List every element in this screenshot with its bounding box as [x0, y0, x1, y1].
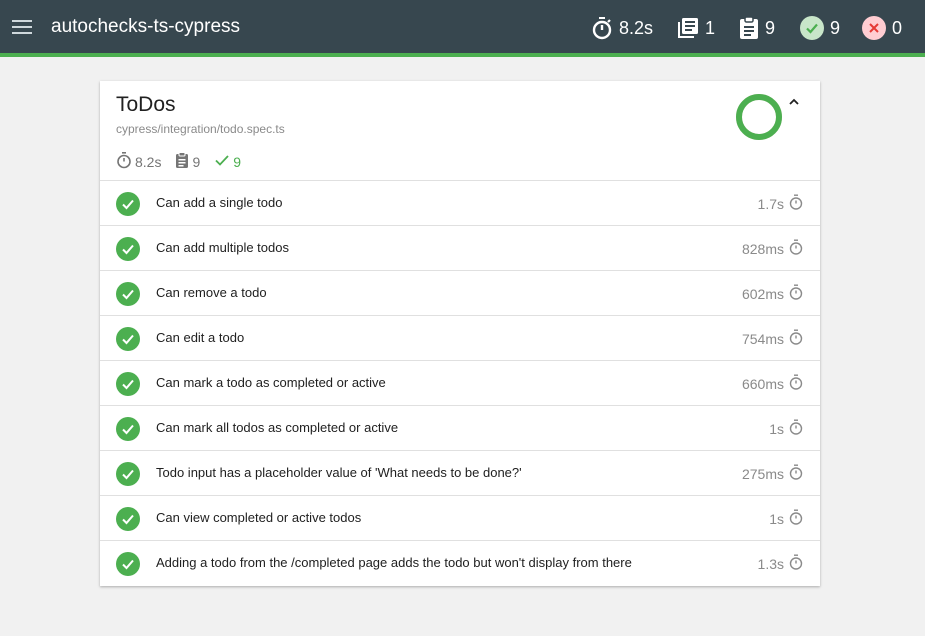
stopwatch-icon	[784, 464, 803, 483]
test-duration: 1.7s	[758, 194, 803, 213]
menu-icon[interactable]	[12, 18, 34, 36]
pass-check-icon	[116, 417, 140, 441]
pass-check-icon	[116, 507, 140, 531]
check-circle-icon	[800, 16, 824, 40]
test-row[interactable]: Can view completed or active todos 1s	[100, 496, 820, 541]
summary-passes[interactable]: 9	[800, 14, 840, 42]
test-duration-value: 602ms	[741, 285, 784, 302]
test-row[interactable]: Can remove a todo 602ms	[100, 271, 820, 316]
test-row[interactable]: Todo input has a placeholder value of 'W…	[100, 451, 820, 496]
pass-check-icon	[116, 552, 140, 576]
test-title: Can edit a todo	[156, 330, 245, 345]
suite-header: ToDos cypress/integration/todo.spec.ts 8…	[100, 81, 820, 181]
check-icon	[214, 152, 233, 171]
test-duration: 828ms	[742, 239, 803, 258]
summary-passes-value: 9	[830, 17, 841, 38]
stopwatch-icon	[784, 239, 803, 258]
summary-duration: 8.2s	[591, 14, 653, 42]
test-duration-value: 828ms	[741, 240, 784, 257]
stopwatch-icon	[591, 16, 613, 40]
test-duration-value: 1s	[769, 510, 784, 527]
test-title: Can remove a todo	[156, 285, 267, 300]
test-duration-value: 1.3s	[757, 555, 784, 572]
pass-check-icon	[116, 282, 140, 306]
top-navbar: autochecks-ts-cypress 8.2s 1 9 9 0	[0, 0, 925, 57]
library-books-icon	[677, 17, 699, 39]
chevron-up-icon[interactable]	[786, 94, 802, 110]
clipboard-icon	[739, 16, 759, 40]
summary-suites-value: 1	[705, 17, 716, 38]
pass-check-icon	[116, 327, 140, 351]
test-title: Todo input has a placeholder value of 'W…	[156, 465, 522, 480]
test-row[interactable]: Can edit a todo 754ms	[100, 316, 820, 361]
stopwatch-icon	[784, 509, 803, 528]
test-row[interactable]: Can mark all todos as completed or activ…	[100, 406, 820, 451]
suite-stats: 8.2s 9 9	[116, 151, 255, 172]
summary-failures[interactable]: 0	[862, 14, 902, 42]
pass-check-icon	[116, 237, 140, 261]
test-duration-value: 660ms	[741, 375, 784, 392]
test-duration: 275ms	[742, 464, 803, 483]
test-title: Can view completed or active todos	[156, 510, 362, 525]
pass-percentage-chart	[736, 94, 782, 140]
suite-card: ToDos cypress/integration/todo.spec.ts 8…	[100, 81, 820, 586]
test-row[interactable]: Can add multiple todos 828ms	[100, 226, 820, 271]
suite-tests: 9	[175, 152, 200, 171]
stopwatch-icon	[784, 554, 803, 573]
close-circle-icon	[862, 16, 886, 40]
pass-check-icon	[116, 462, 140, 486]
suite-duration-value: 8.2s	[135, 153, 162, 170]
summary-suites[interactable]: 1	[677, 14, 715, 42]
clipboard-icon	[175, 152, 192, 171]
test-row[interactable]: Can add a single todo 1.7s	[100, 181, 820, 226]
test-title: Can add multiple todos	[156, 240, 289, 255]
suite-title: ToDos	[116, 93, 176, 116]
test-duration: 660ms	[742, 374, 803, 393]
test-duration-value: 275ms	[741, 465, 784, 482]
summary-tests-value: 9	[765, 17, 776, 38]
suite-passes: 9	[214, 152, 241, 171]
suite-passes-value: 9	[233, 153, 242, 170]
suite-file-path: cypress/integration/todo.spec.ts	[116, 122, 285, 136]
test-duration: 1s	[769, 509, 803, 528]
test-duration-value: 1s	[769, 420, 784, 437]
stopwatch-icon	[784, 419, 803, 438]
test-duration-value: 1.7s	[757, 195, 784, 212]
stopwatch-icon	[784, 194, 803, 213]
test-title: Can add a single todo	[156, 195, 283, 210]
suite-tests-value: 9	[192, 153, 201, 170]
pass-check-icon	[116, 192, 140, 216]
test-duration: 754ms	[742, 329, 803, 348]
stopwatch-icon	[116, 151, 135, 172]
test-row[interactable]: Adding a todo from the /completed page a…	[100, 541, 820, 586]
test-title: Adding a todo from the /completed page a…	[156, 555, 632, 570]
test-title: Can mark a todo as completed or active	[156, 375, 386, 390]
test-title: Can mark all todos as completed or activ…	[156, 420, 399, 435]
stopwatch-icon	[784, 374, 803, 393]
suite-duration: 8.2s	[116, 151, 161, 172]
test-row[interactable]: Can mark a todo as completed or active 6…	[100, 361, 820, 406]
pass-check-icon	[116, 372, 140, 396]
summary-tests[interactable]: 9	[739, 14, 775, 42]
app-title: autochecks-ts-cypress	[51, 16, 241, 37]
test-duration: 1s	[769, 419, 803, 438]
stopwatch-icon	[784, 284, 803, 303]
test-duration: 1.3s	[758, 554, 803, 573]
stopwatch-icon	[784, 329, 803, 348]
test-list: Can add a single todo 1.7s Can add multi…	[100, 181, 820, 586]
test-duration: 602ms	[742, 284, 803, 303]
summary-failures-value: 0	[892, 17, 903, 38]
summary-duration-value: 8.2s	[619, 17, 654, 38]
test-duration-value: 754ms	[741, 330, 784, 347]
